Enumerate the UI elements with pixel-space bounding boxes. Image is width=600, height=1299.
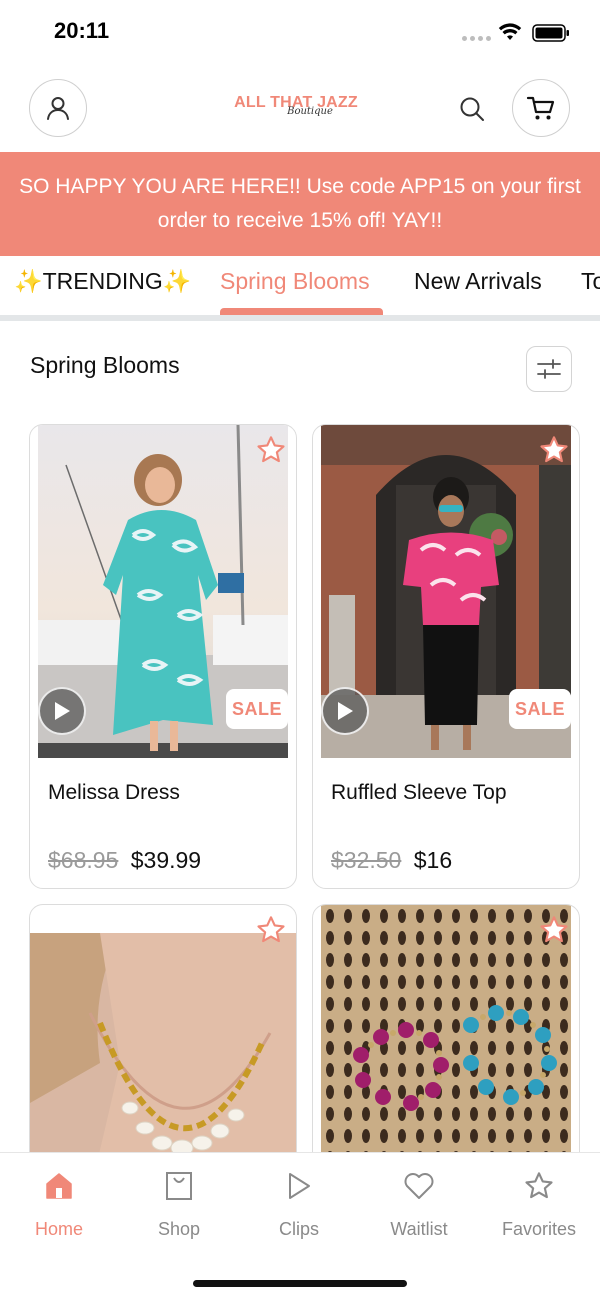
home-icon xyxy=(46,1173,72,1199)
original-price: $32.50 xyxy=(331,847,402,873)
heart-icon xyxy=(404,1173,434,1199)
play-video-button[interactable] xyxy=(321,687,369,735)
product-image[interactable] xyxy=(30,933,296,1152)
product-image[interactable] xyxy=(321,905,571,1152)
tab-new-arrivals[interactable]: New Arrivals xyxy=(414,268,542,295)
app-header: ALL THAT JAZZ Boutique xyxy=(0,66,600,152)
play-icon xyxy=(338,702,353,720)
nav-label: Favorites xyxy=(501,1219,577,1239)
cart-button[interactable] xyxy=(512,79,570,137)
product-card[interactable]: SALE Ruffled Sleeve Top $32.50 $16 xyxy=(312,424,580,889)
promo-banner[interactable]: SO HAPPY YOU ARE HERE!! Use code APP15 o… xyxy=(0,152,600,256)
star-icon xyxy=(540,916,568,943)
sliders-icon xyxy=(537,359,561,379)
play-icon xyxy=(55,702,70,720)
tab-trending[interactable]: ✨TRENDING✨ xyxy=(14,268,191,295)
wifi-icon xyxy=(498,23,522,40)
user-icon xyxy=(47,97,69,120)
product-card[interactable]: SALE Melissa Dress $68.95 $39.99 xyxy=(29,424,297,889)
section-title: Spring Blooms xyxy=(30,352,180,378)
sale-badge: SALE xyxy=(509,689,571,729)
status-time: 20:11 xyxy=(54,18,110,43)
status-bar: 20:11 xyxy=(0,0,600,66)
battery-icon xyxy=(532,24,569,42)
nav-waitlist[interactable]: Waitlist xyxy=(364,1167,474,1240)
tab-partial[interactable]: To xyxy=(581,268,600,295)
tab-spring-blooms[interactable]: Spring Blooms xyxy=(220,268,370,295)
favorite-button[interactable] xyxy=(254,913,288,947)
filter-button[interactable] xyxy=(526,346,572,392)
favorite-button[interactable] xyxy=(254,433,288,467)
home-indicator xyxy=(193,1280,407,1287)
shopping-bag-icon xyxy=(166,1172,192,1200)
signal-icon xyxy=(462,36,491,41)
star-icon xyxy=(257,436,285,463)
search-button[interactable] xyxy=(455,92,489,126)
star-icon xyxy=(525,1172,553,1199)
category-tabs: ✨TRENDING✨ Spring Blooms New Arrivals To xyxy=(0,256,600,322)
product-card[interactable] xyxy=(312,904,580,1152)
nav-home[interactable]: Home xyxy=(4,1167,114,1240)
sale-badge: SALE xyxy=(226,689,288,729)
tabs-divider xyxy=(0,315,600,321)
sale-price: $39.99 xyxy=(130,847,202,873)
favorite-button[interactable] xyxy=(537,913,571,947)
search-icon xyxy=(460,97,484,121)
product-name[interactable]: Melissa Dress xyxy=(48,781,180,805)
nav-clips[interactable]: Clips xyxy=(244,1167,354,1240)
price-row: $32.50 $16 xyxy=(331,847,452,874)
promo-text: SO HAPPY YOU ARE HERE!! Use code APP15 o… xyxy=(19,175,581,232)
star-icon xyxy=(540,436,568,463)
product-grid: SALE Melissa Dress $68.95 $39.99 SALE Ru… xyxy=(0,424,600,1152)
product-card[interactable] xyxy=(29,904,297,1152)
play-icon xyxy=(289,1173,310,1199)
price-row: $68.95 $39.99 xyxy=(48,847,201,874)
play-video-button[interactable] xyxy=(38,687,86,735)
original-price: $68.95 xyxy=(48,847,119,873)
sale-price: $16 xyxy=(413,847,453,873)
nav-label: Waitlist xyxy=(390,1219,448,1239)
star-icon xyxy=(257,916,285,943)
nav-shop[interactable]: Shop xyxy=(124,1167,234,1240)
nav-label: Shop xyxy=(157,1219,201,1239)
nav-favorites[interactable]: Favorites xyxy=(484,1167,594,1240)
bottom-nav: Home Shop Clips Waitlist Favorites xyxy=(0,1152,600,1299)
product-name[interactable]: Ruffled Sleeve Top xyxy=(331,781,507,805)
nav-label: Clips xyxy=(278,1219,319,1239)
favorite-button[interactable] xyxy=(537,433,571,467)
profile-button[interactable] xyxy=(29,79,87,137)
cart-icon xyxy=(526,96,555,120)
brand-logo[interactable]: ALL THAT JAZZ Boutique xyxy=(230,94,362,134)
nav-label: Home xyxy=(34,1219,83,1239)
